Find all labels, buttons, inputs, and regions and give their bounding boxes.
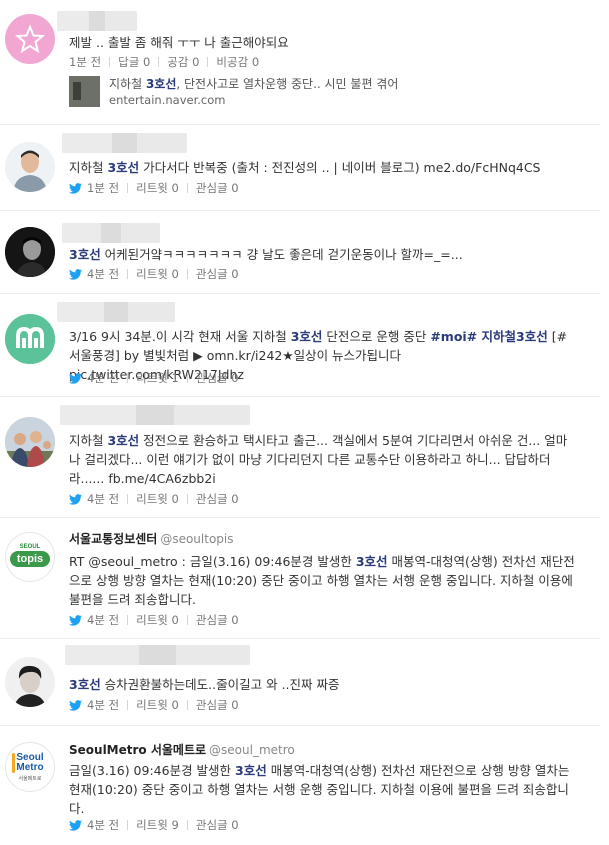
twitter-bird-icon	[69, 819, 82, 831]
tweet-text: RT @seoul_metro : 금일(3.16) 09:46분경 발생한 3…	[69, 554, 575, 607]
logo-big-text: topis	[10, 551, 50, 567]
author-name-redacted	[62, 133, 187, 153]
feed-item: 지하철 3호선 가다서다 반복중 (출처 : 전진성의 .. | 네이버 블로그…	[0, 125, 600, 211]
retweet-link[interactable]: 리트윗 0	[136, 180, 179, 196]
feed-item: 3/16 9시 34분.이 시각 현재 서울 지하철 3호선 단전으로 운행 중…	[0, 294, 600, 397]
retweet-link[interactable]: 리트윗 1	[136, 370, 179, 386]
author-handle[interactable]: @seoultopis	[160, 532, 233, 546]
retweet-link[interactable]: 리트윗 0	[136, 612, 179, 628]
twitter-bird-icon	[69, 182, 82, 194]
related-link[interactable]: 관심글 0	[196, 491, 239, 507]
twitter-bird-icon	[69, 699, 82, 711]
group-photo-avatar[interactable]	[5, 417, 55, 467]
twitter-bird-icon	[69, 614, 82, 626]
preview-title[interactable]: 지하철 3호선, 단전사고로 열차운행 중단.. 시민 불편 겪어	[109, 75, 398, 92]
tweet-feed: 제발 .. 출발 좀 해줘 ㅜㅜ 나 출근해야되요 1분 전 답글 0 공감 0…	[0, 0, 609, 845]
timestamp: 4분 전	[87, 492, 120, 506]
related-link[interactable]: 관심글 0	[196, 266, 239, 282]
preview-thumbnail	[69, 76, 100, 107]
author-name-redacted	[65, 645, 250, 665]
retweet-link[interactable]: 리트윗 0	[136, 491, 179, 507]
author-name[interactable]: SeoulMetro 서울메트로	[69, 743, 206, 757]
pink-star-avatar[interactable]	[5, 14, 55, 64]
timestamp: 4분 전	[87, 698, 120, 712]
seoulmetro-logo-avatar[interactable]: Seoul Metro 서울메트로	[5, 742, 55, 792]
reply-link[interactable]: 답글 0	[118, 54, 150, 70]
feed-item: 3호선 어케된거얔ㅋㅋㅋㅋㅋㅋㅋ 걍 날도 좋은데 걷기운동이나 할까=_=..…	[0, 211, 600, 294]
author-name-redacted	[57, 302, 175, 322]
related-link[interactable]: 관심글 0	[196, 370, 239, 386]
tweet-meta: 4분 전 리트윗 0 관심글 0	[69, 491, 239, 507]
related-link[interactable]: 관심글 0	[196, 180, 239, 196]
tweet-text: 지하철 3호선 정전으로 환승하고 택시타고 출근... 객실에서 5분여 기다…	[69, 433, 568, 486]
tweet-text: 3호선 승차권환불하는데도..줄이길고 와 ..진짜 짜증	[69, 677, 340, 692]
feed-item: SEOUL topis 서울교통정보센터 @seoultopis RT @seou…	[0, 518, 600, 639]
feed-item: 3호선 승차권환불하는데도..줄이길고 와 ..진짜 짜증 4분 전 리트윗 0…	[0, 639, 600, 726]
feed-item: Seoul Metro 서울메트로 SeoulMetro 서울메트로 @seoul…	[0, 726, 600, 845]
feed-item: 지하철 3호선 정전으로 환승하고 택시타고 출근... 객실에서 5분여 기다…	[0, 397, 600, 518]
related-link[interactable]: 관심글 0	[196, 817, 239, 833]
tweet-author[interactable]: 서울교통정보센터 @seoultopis	[69, 530, 234, 547]
tweet-author[interactable]: SeoulMetro 서울메트로 @seoul_metro	[69, 741, 295, 758]
logo-small-text: SEOUL	[19, 544, 41, 550]
like-link[interactable]: 공감 0	[167, 54, 199, 70]
twitter-bird-icon	[69, 268, 82, 280]
timestamp: 1분 전	[69, 55, 102, 69]
author-name-redacted	[60, 405, 250, 425]
green-logo-avatar[interactable]	[5, 314, 55, 364]
tweet-meta: 4분 전 리트윗 0 관심글 0	[69, 697, 239, 713]
link-preview[interactable]: 지하철 3호선, 단전사고로 열차운행 중단.. 시민 불편 겪어 entert…	[69, 72, 449, 112]
tweet-meta: 4분 전 리트윗 0 관심글 0	[69, 266, 239, 282]
tweet-text: 지하철 3호선 가다서다 반복중 (출처 : 전진성의 .. | 네이버 블로그…	[69, 160, 541, 175]
dark-portrait-avatar[interactable]	[5, 227, 55, 277]
logo-line3: 서울메트로	[18, 776, 42, 782]
feed-item: 제발 .. 출발 좀 해줘 ㅜㅜ 나 출근해야되요 1분 전 답글 0 공감 0…	[0, 0, 600, 125]
tweet-text: 3호선 어케된거얔ㅋㅋㅋㅋㅋㅋㅋ 걍 날도 좋은데 걷기운동이나 할까=_=..…	[69, 247, 463, 262]
boy-portrait-avatar[interactable]	[5, 657, 55, 707]
timestamp: 4분 전	[87, 371, 120, 385]
related-link[interactable]: 관심글 0	[196, 697, 239, 713]
retweet-link[interactable]: 리트윗 0	[136, 697, 179, 713]
twitter-bird-icon	[69, 493, 82, 505]
logo-accent-mark	[12, 753, 15, 773]
tweet-meta: 4분 전 리트윗 0 관심글 0	[69, 612, 239, 628]
related-link[interactable]: 관심글 0	[196, 612, 239, 628]
retweet-link[interactable]: 리트윗 0	[136, 266, 179, 282]
tweet-meta: 1분 전 답글 0 공감 0 비공감 0	[69, 54, 259, 70]
tweet-text: 금일(3.16) 09:46분경 발생한 3호선 매봉역-대청역(상행) 전차선…	[69, 763, 570, 816]
tweet-meta: 1분 전 리트윗 0 관심글 0	[69, 180, 239, 196]
tweet-meta: 4분 전 리트윗 9 관심글 0	[69, 817, 239, 833]
timestamp: 1분 전	[87, 181, 120, 195]
tweet-text: 제발 .. 출발 좀 해줘 ㅜㅜ 나 출근해야되요	[69, 35, 289, 50]
dislike-link[interactable]: 비공감 0	[216, 54, 259, 70]
author-name[interactable]: 서울교통정보센터	[69, 532, 157, 546]
tweet-meta: 4분 전 리트윗 1 관심글 0	[69, 370, 239, 386]
timestamp: 4분 전	[87, 267, 120, 281]
logo-line2: Metro	[16, 762, 44, 773]
timestamp: 4분 전	[87, 818, 120, 832]
man-portrait-avatar[interactable]	[5, 142, 55, 192]
author-handle[interactable]: @seoul_metro	[209, 743, 295, 757]
topis-logo-avatar[interactable]: SEOUL topis	[5, 532, 55, 582]
twitter-bird-icon	[69, 372, 82, 384]
author-name-redacted	[62, 223, 160, 243]
preview-url[interactable]: entertain.naver.com	[109, 93, 225, 107]
retweet-link[interactable]: 리트윗 9	[136, 817, 179, 833]
author-name-redacted	[57, 11, 137, 31]
timestamp: 4분 전	[87, 613, 120, 627]
